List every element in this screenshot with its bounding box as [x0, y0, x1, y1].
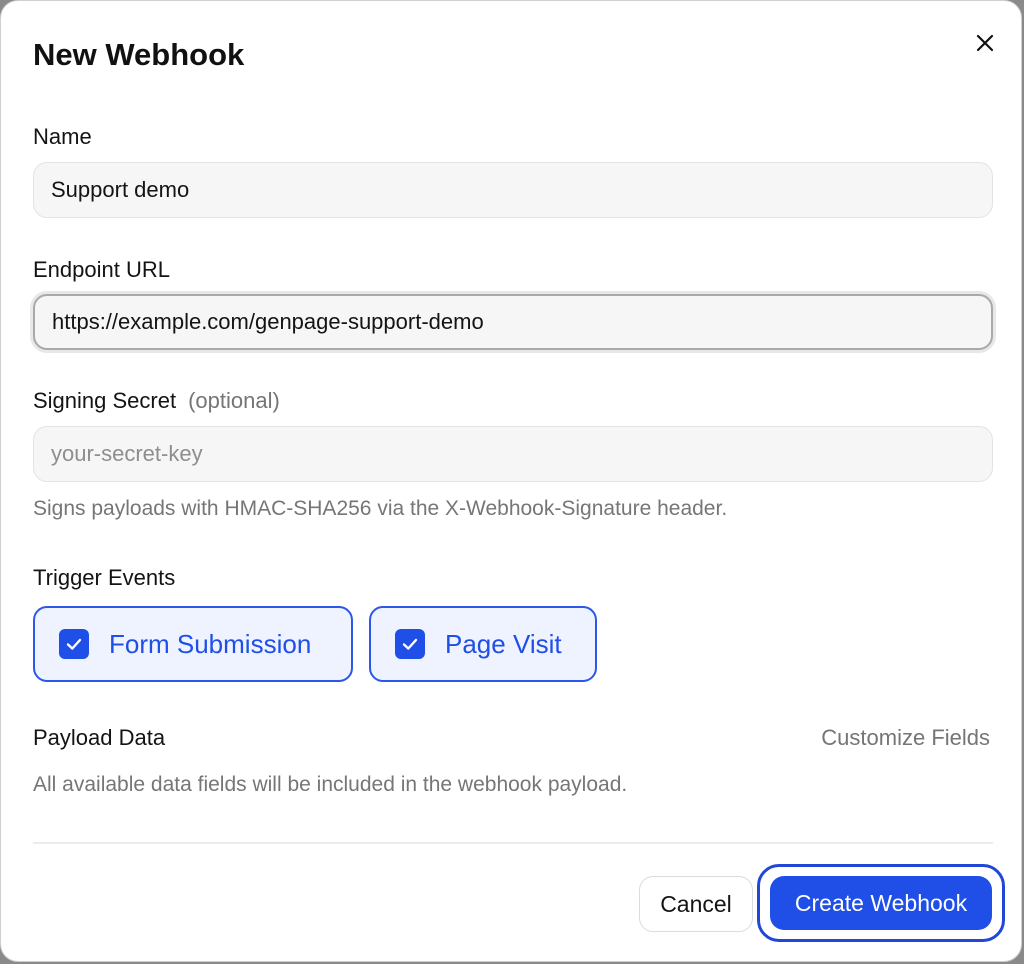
signing-secret-hint: Signs payloads with HMAC-SHA256 via the … [33, 497, 728, 520]
cancel-button[interactable]: Cancel [639, 876, 753, 932]
trigger-page-visit-checkbox[interactable]: Page Visit [369, 606, 597, 682]
customize-fields-link[interactable]: Customize Fields [821, 724, 990, 752]
dialog-title: New Webhook [33, 37, 245, 72]
close-icon [976, 34, 994, 52]
payload-description: All available data fields will be includ… [33, 773, 628, 796]
signing-secret-label: Signing Secret (optional) [33, 387, 280, 415]
name-input[interactable] [33, 162, 993, 218]
trigger-events-label: Trigger Events [33, 565, 176, 590]
optional-tag: (optional) [188, 388, 280, 413]
endpoint-url-input[interactable] [33, 294, 993, 350]
checkbox-checked-icon [395, 629, 425, 659]
trigger-form-submission-checkbox[interactable]: Form Submission [33, 606, 353, 682]
close-button[interactable] [969, 27, 1001, 59]
footer-divider [33, 842, 993, 844]
checkbox-checked-icon [59, 629, 89, 659]
payload-data-label: Payload Data [33, 725, 166, 750]
trigger-form-submission-label: Form Submission [109, 628, 312, 659]
signing-secret-input[interactable] [33, 426, 993, 482]
endpoint-url-label: Endpoint URL [33, 257, 170, 282]
new-webhook-dialog: New Webhook Name Endpoint URL Signing Se… [0, 0, 1022, 962]
signing-secret-label-text: Signing Secret [33, 388, 177, 413]
trigger-page-visit-label: Page Visit [445, 628, 562, 659]
create-webhook-button[interactable]: Create Webhook [770, 876, 992, 930]
name-label: Name [33, 124, 92, 149]
